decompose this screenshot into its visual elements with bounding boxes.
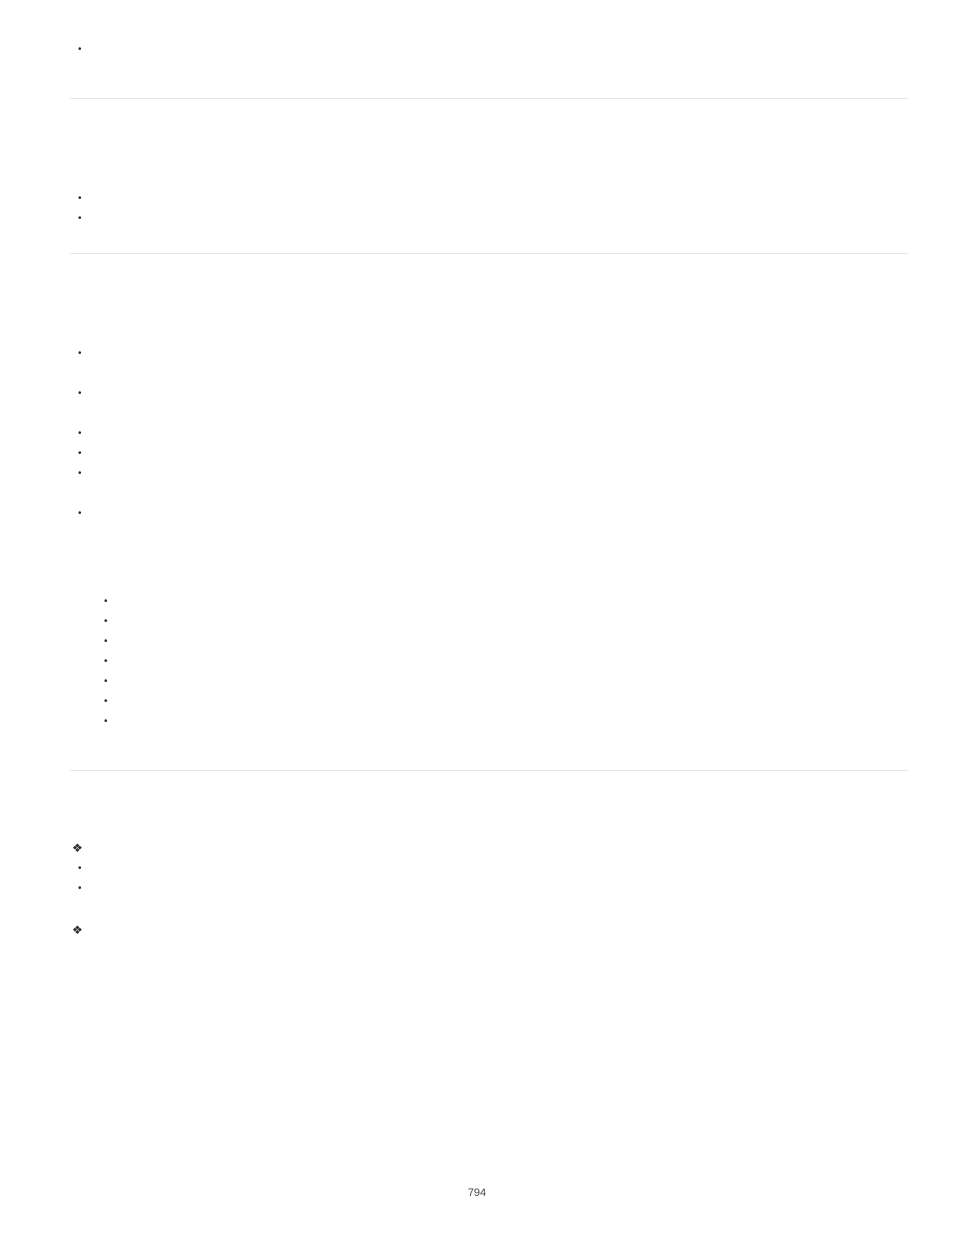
list-item [96,612,908,632]
list-item [96,692,908,712]
divider [70,253,908,254]
bullet-list [70,189,908,229]
bullet-list [70,344,908,364]
list-item [70,384,908,404]
bullet-list [70,384,908,404]
bullet-list [70,504,908,524]
list-item [70,464,908,484]
list-item [70,837,908,859]
nested-bullet-list [96,592,908,732]
list-item [96,632,908,652]
list-item [96,672,908,692]
list-item [70,40,908,60]
diamond-list [70,919,908,941]
list-item [70,919,908,941]
list-item [70,344,908,364]
list-item [70,444,908,464]
list-item [96,592,908,612]
list-item [70,859,908,879]
diamond-list [70,837,908,859]
page-number: 794 [0,1187,954,1199]
bullet-list [70,40,908,60]
document-page: 794 [0,0,954,1235]
list-item [70,879,908,899]
list-item [70,504,908,524]
list-item [70,209,908,229]
bullet-list [70,424,908,484]
bullet-list [70,859,908,899]
divider [70,770,908,771]
list-item [96,652,908,672]
list-item [70,424,908,444]
list-item [70,189,908,209]
list-item [96,712,908,732]
divider [70,98,908,99]
